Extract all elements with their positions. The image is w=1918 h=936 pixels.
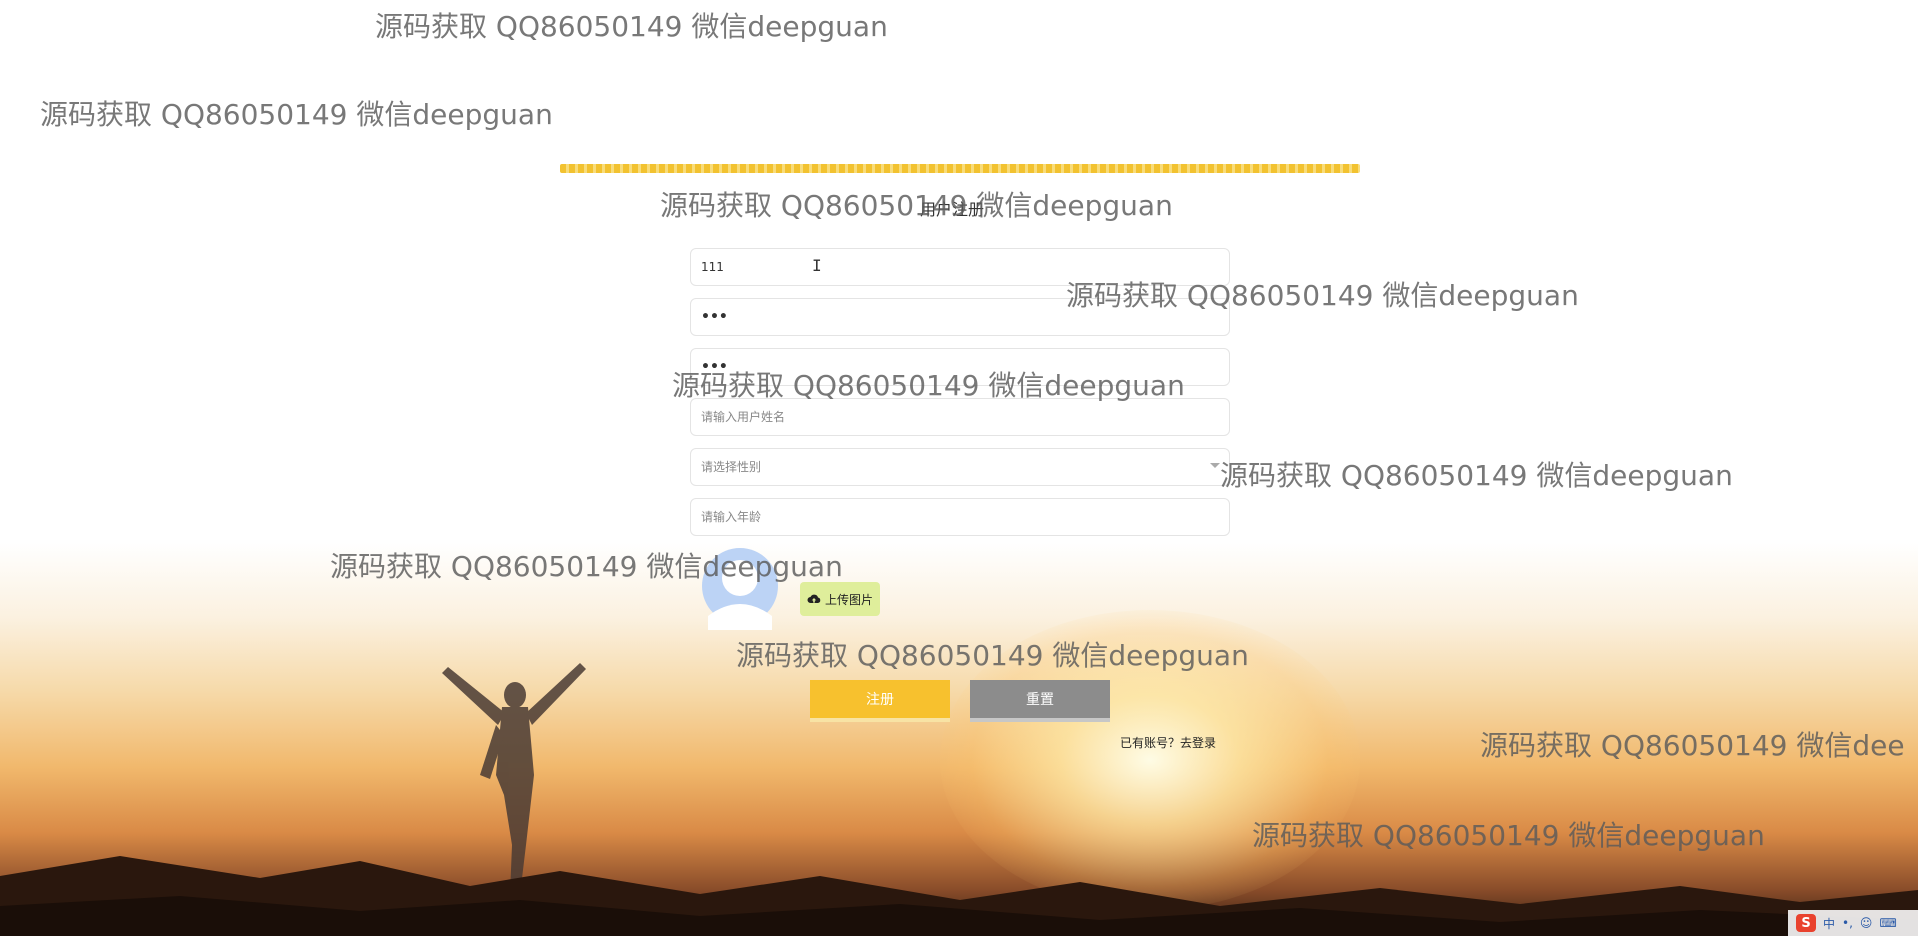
password-input[interactable]: ••• bbox=[690, 298, 1230, 336]
gender-select[interactable]: 请选择性别 bbox=[690, 448, 1230, 486]
mountains-silhouette bbox=[0, 856, 1918, 936]
watermark-text: 源码获取 QQ86050149 微信deepguan bbox=[660, 189, 1173, 222]
chevron-down-icon bbox=[1210, 463, 1220, 468]
avatar-placeholder-icon[interactable] bbox=[690, 548, 790, 630]
sogou-ime-icon[interactable]: S bbox=[1796, 914, 1816, 932]
watermark-text: 源码获取 QQ86050149 微信deepguan bbox=[375, 10, 888, 43]
emoji-icon[interactable]: ☺ bbox=[1860, 916, 1873, 930]
account-input[interactable]: 111 bbox=[690, 248, 1230, 286]
register-button[interactable]: 注册 bbox=[810, 680, 950, 722]
upload-button-label: 上传图片 bbox=[824, 592, 873, 607]
upload-image-button[interactable]: 上传图片 bbox=[800, 582, 880, 616]
decorative-band bbox=[560, 164, 1360, 173]
go-login-link[interactable]: 已有账号？去登录 bbox=[1120, 734, 1216, 751]
watermark-text: 源码获取 QQ86050149 微信deepguan bbox=[1220, 459, 1733, 492]
ime-toolbar[interactable]: S 中 •, ☺ ⌨ bbox=[1788, 910, 1918, 936]
name-input[interactable]: 请输入用户姓名 bbox=[690, 398, 1230, 436]
watermark-text: 源码获取 QQ86050149 微信deepguan bbox=[40, 98, 553, 131]
page-background: 用户注册 111 I ••• ••• 请输入用户姓名 请选择性别 请输入年龄 上… bbox=[0, 0, 1918, 936]
reset-button[interactable]: 重置 bbox=[970, 680, 1110, 722]
form-title: 用户注册 bbox=[920, 200, 985, 219]
watermark-text: 源码获取 QQ86050149 微信dee bbox=[1480, 729, 1905, 762]
age-input[interactable]: 请输入年龄 bbox=[690, 498, 1230, 536]
punctuation-toggle[interactable]: •, bbox=[1842, 916, 1853, 930]
confirm-password-input[interactable]: ••• bbox=[690, 348, 1230, 386]
keyboard-icon[interactable]: ⌨ bbox=[1879, 916, 1896, 930]
ime-mode-toggle[interactable]: 中 bbox=[1823, 915, 1835, 932]
text-cursor-icon: I bbox=[812, 256, 822, 275]
cloud-upload-icon bbox=[807, 594, 821, 603]
